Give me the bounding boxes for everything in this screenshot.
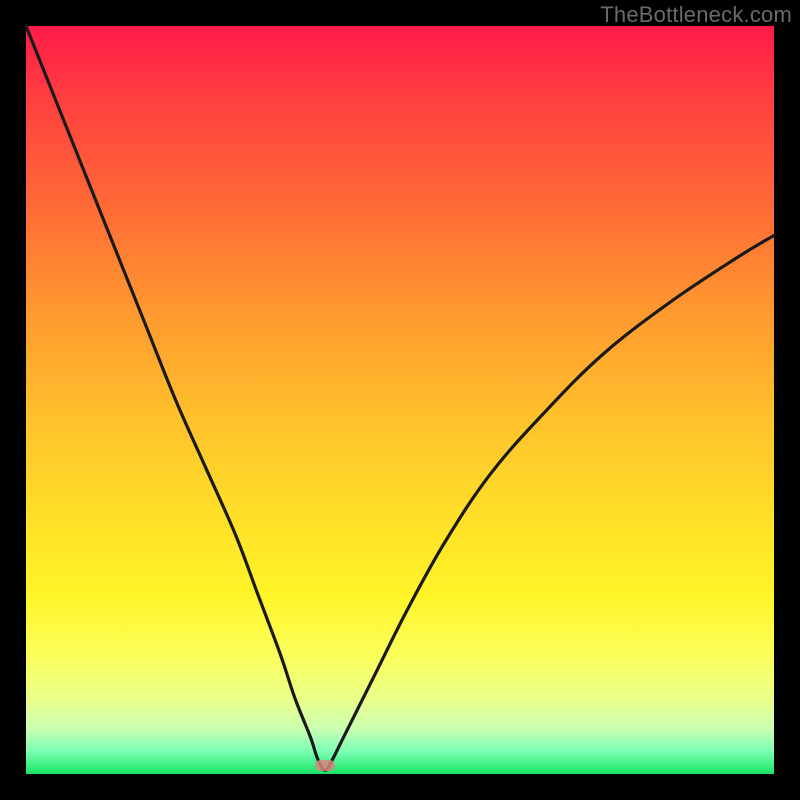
watermark-text: TheBottleneck.com bbox=[600, 2, 792, 28]
plot-area bbox=[26, 26, 774, 774]
bottleneck-curve bbox=[26, 26, 774, 774]
minimum-marker bbox=[315, 760, 335, 771]
chart-frame: TheBottleneck.com bbox=[0, 0, 800, 800]
